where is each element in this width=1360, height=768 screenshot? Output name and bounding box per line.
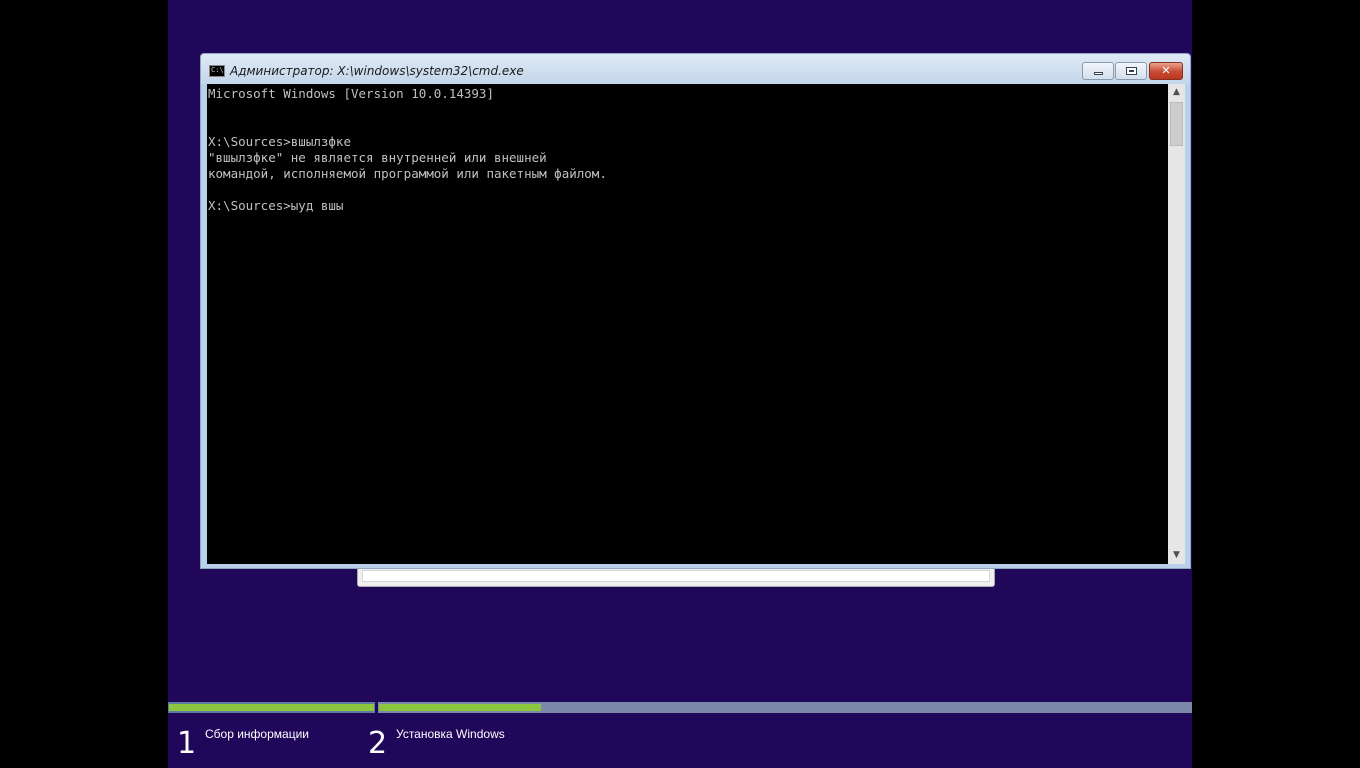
- scroll-thumb[interactable]: [1170, 102, 1183, 146]
- cmd-window[interactable]: C:\ Администратор: X:\windows\system32\c…: [200, 53, 1191, 569]
- close-icon: ✕: [1161, 64, 1171, 77]
- cmd-icon: C:\: [209, 65, 225, 77]
- step-1-label: Сбор информации: [205, 727, 309, 741]
- title-bar[interactable]: C:\ Администратор: X:\windows\system32\c…: [201, 54, 1190, 84]
- setup-progress-bar: [168, 702, 1192, 713]
- restore-button[interactable]: [1115, 62, 1147, 80]
- minimize-icon: [1094, 72, 1103, 75]
- setup-dialog-inner: [362, 570, 990, 582]
- scroll-down-icon[interactable]: ▼: [1168, 547, 1185, 564]
- progress-segment-1: [168, 702, 375, 713]
- progress-fill-1: [169, 704, 374, 711]
- step-1-number: 1: [177, 726, 197, 761]
- setup-dialog-behind: [357, 568, 995, 587]
- step-2-number: 2: [368, 726, 388, 761]
- scroll-up-icon[interactable]: ▲: [1168, 84, 1185, 101]
- progress-segment-2: [378, 702, 1192, 713]
- restore-icon: [1126, 67, 1137, 75]
- minimize-button[interactable]: [1082, 62, 1114, 80]
- progress-fill-2: [379, 704, 541, 711]
- console-text: Microsoft Windows [Version 10.0.14393] X…: [208, 86, 607, 213]
- step-2-label: Установка Windows: [396, 727, 505, 741]
- console-output[interactable]: Microsoft Windows [Version 10.0.14393] X…: [207, 84, 1168, 564]
- close-button[interactable]: ✕: [1149, 62, 1183, 80]
- window-title: Администратор: X:\windows\system32\cmd.e…: [230, 64, 524, 78]
- vertical-scrollbar[interactable]: ▲ ▼: [1168, 84, 1185, 564]
